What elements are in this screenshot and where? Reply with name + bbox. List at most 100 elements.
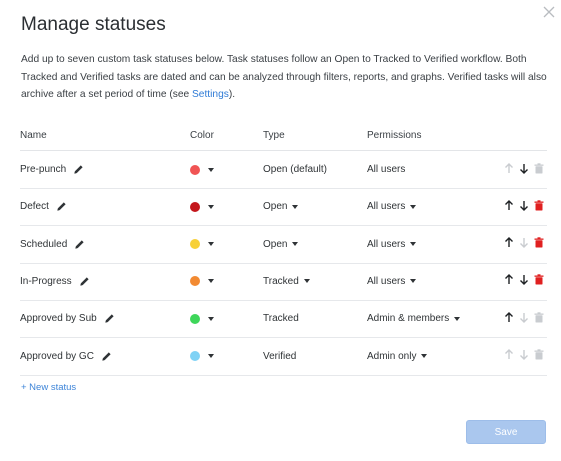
type-cell: Tracked	[263, 300, 299, 337]
chevron-down-icon	[292, 204, 299, 209]
status-name-cell: Approved by Sub	[20, 300, 115, 337]
pencil-icon[interactable]	[104, 313, 115, 324]
move-up-button[interactable]	[502, 311, 516, 326]
permissions-dropdown[interactable]: Admin & members	[367, 313, 461, 325]
arrow-up-icon	[504, 162, 514, 177]
row-actions	[502, 188, 547, 225]
status-name-cell: Scheduled	[20, 226, 85, 263]
arrow-up-icon	[504, 237, 514, 251]
trash-icon	[534, 162, 544, 177]
description-text: Add up to seven custom task statuses bel…	[21, 54, 547, 100]
row-actions	[502, 226, 547, 263]
status-name: Pre-punch	[20, 164, 67, 175]
move-up-button[interactable]	[502, 237, 516, 251]
type-value: Tracked	[263, 313, 299, 324]
delete-button[interactable]	[532, 274, 546, 288]
move-down-button	[517, 237, 531, 251]
chevron-down-icon	[208, 204, 214, 209]
move-up-button[interactable]	[502, 274, 516, 288]
trash-icon	[534, 274, 544, 288]
permissions-cell: All users	[367, 188, 417, 225]
header-name: Name	[20, 130, 47, 141]
dialog-description: Add up to seven custom task statuses bel…	[21, 51, 551, 104]
chevron-down-icon	[410, 279, 417, 284]
move-down-button[interactable]	[517, 274, 531, 288]
permissions-cell: All users	[367, 226, 417, 263]
move-down-button[interactable]	[517, 200, 531, 214]
close-icon	[543, 6, 555, 18]
pencil-icon[interactable]	[73, 164, 84, 175]
row-actions	[502, 338, 547, 375]
description-text-end: ).	[228, 89, 236, 100]
delete-button	[532, 311, 546, 326]
pencil-icon[interactable]	[56, 201, 67, 212]
move-up-button[interactable]	[502, 199, 516, 214]
color-picker[interactable]	[190, 201, 214, 212]
color-picker[interactable]	[190, 239, 214, 250]
delete-button	[532, 349, 546, 363]
type-dropdown[interactable]: Open	[263, 239, 299, 250]
permissions-dropdown[interactable]: All users	[367, 201, 417, 213]
permissions-cell: All users	[367, 263, 417, 300]
chevron-down-icon	[208, 354, 214, 358]
type-label: Open	[263, 201, 288, 213]
row-actions	[502, 151, 547, 188]
color-swatch	[190, 276, 200, 287]
pencil-icon[interactable]	[79, 276, 90, 287]
color-swatch	[190, 239, 200, 250]
table-row: Scheduled Open All users	[20, 226, 547, 264]
color-swatch	[190, 164, 200, 175]
color-swatch	[190, 313, 200, 324]
pencil-icon[interactable]	[101, 351, 112, 362]
permissions-label: Admin & members	[367, 313, 450, 325]
settings-link[interactable]: Settings	[192, 89, 229, 100]
permissions-cell: All users	[367, 151, 405, 188]
dialog-title: Manage statuses	[21, 14, 166, 35]
permissions-cell: Admin only	[367, 338, 428, 375]
save-button[interactable]: Save	[466, 420, 546, 444]
chevron-down-icon	[208, 167, 214, 172]
status-name: Defect	[20, 201, 49, 213]
color-cell	[190, 300, 214, 337]
color-picker[interactable]	[190, 164, 214, 175]
permissions-label: All users	[367, 201, 406, 213]
permissions-dropdown[interactable]: Admin only	[367, 351, 428, 362]
color-picker[interactable]	[190, 276, 214, 287]
delete-button[interactable]	[532, 237, 546, 251]
arrow-up-icon	[504, 274, 514, 288]
permissions-value: All users	[367, 164, 405, 175]
type-cell: Open	[263, 226, 299, 263]
arrow-up-icon	[504, 349, 514, 363]
chevron-down-icon	[208, 316, 214, 321]
new-status-link[interactable]: + New status	[21, 382, 76, 393]
arrow-down-icon	[519, 312, 529, 326]
type-cell: Open	[263, 188, 299, 225]
pencil-icon[interactable]	[74, 239, 85, 250]
type-dropdown[interactable]: Tracked	[263, 276, 310, 287]
move-down-button	[517, 312, 531, 326]
permissions-dropdown[interactable]: All users	[367, 239, 417, 250]
arrow-down-icon	[519, 237, 529, 251]
close-button[interactable]	[541, 4, 557, 20]
permissions-dropdown[interactable]: All users	[367, 276, 417, 287]
table-row: Defect Open All users	[20, 188, 547, 227]
trash-icon	[534, 237, 544, 251]
arrow-down-icon	[519, 274, 529, 288]
color-picker[interactable]	[190, 313, 214, 324]
type-label: Open (default)	[263, 164, 327, 175]
color-picker[interactable]	[190, 351, 214, 361]
type-dropdown[interactable]: Open	[263, 201, 299, 213]
delete-button[interactable]	[532, 200, 546, 214]
color-cell	[190, 338, 214, 375]
move-down-button	[517, 349, 531, 363]
type-cell: Open (default)	[263, 151, 327, 188]
arrow-down-icon	[519, 200, 529, 214]
chevron-down-icon	[454, 316, 461, 321]
move-down-button[interactable]	[517, 163, 531, 177]
permissions-cell: Admin & members	[367, 300, 461, 337]
type-label: Tracked	[263, 313, 299, 325]
arrow-down-icon	[519, 349, 529, 363]
header-color: Color	[190, 130, 214, 141]
chevron-down-icon	[410, 204, 417, 209]
type-cell: Verified	[263, 338, 296, 375]
